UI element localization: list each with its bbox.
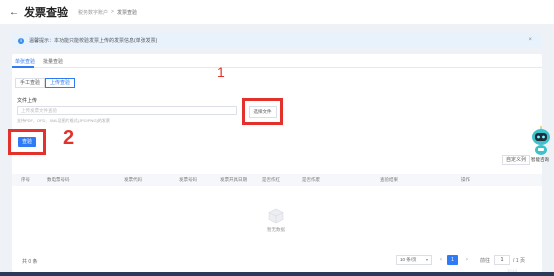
upload-label: 文件上传 bbox=[17, 98, 38, 104]
page-size-value: 10 条/页 bbox=[400, 257, 417, 262]
annotation-box-1: 选择文件 bbox=[242, 98, 283, 125]
assistant-robot-icon[interactable] bbox=[530, 126, 552, 156]
column-header: 是否作废 bbox=[302, 177, 320, 182]
chevron-down-icon: ▾ bbox=[425, 257, 428, 262]
annotation-box-2: 查验 bbox=[8, 129, 46, 155]
assistant-label[interactable]: 智能咨询 bbox=[531, 157, 549, 163]
taskbar-clock: 10:24 bbox=[507, 268, 518, 273]
column-header: 序号 bbox=[21, 177, 30, 182]
column-header: 数电票号码 bbox=[47, 177, 70, 182]
page-size-select[interactable]: 10 条/页 ▾ bbox=[396, 255, 432, 265]
tab-batch-check[interactable]: 批量查验 bbox=[43, 58, 63, 65]
breadcrumb: 税务数字账户 > 发票查验 bbox=[78, 9, 137, 16]
column-settings-button[interactable]: 自定义列 bbox=[502, 155, 530, 165]
column-header: 发票号码 bbox=[179, 177, 197, 182]
notice-banner: i 温馨提示：本功能只能校验发票上传的发票信息(单张发票) × bbox=[12, 33, 542, 48]
breadcrumb-separator: > bbox=[111, 9, 114, 15]
page-title: 发票查验 bbox=[24, 7, 68, 19]
notice-text: 温馨提示：本功能只能校验发票上传的发票信息(单张发票) bbox=[29, 38, 158, 44]
breadcrumb-item-current: 发票查验 bbox=[116, 9, 137, 16]
column-header: 发票代码 bbox=[124, 177, 142, 182]
total-pages: / 1 页 bbox=[513, 258, 525, 264]
annotation-number-2: 2 bbox=[63, 127, 75, 149]
info-icon: i bbox=[18, 37, 24, 44]
total-count: 共 0 条 bbox=[22, 259, 38, 265]
tab-active-indicator bbox=[12, 66, 34, 68]
column-header: 是否作红 bbox=[262, 177, 280, 182]
current-page-button[interactable]: 1 bbox=[447, 255, 458, 265]
tab-bar: 单张查验 批量查验 bbox=[12, 54, 542, 68]
empty-box-icon bbox=[268, 208, 284, 224]
pagination-bar: 共 0 条 10 条/页 ▾ ‹ 1 › 前往 1 / 1 页 bbox=[12, 252, 542, 272]
annotation-number-1: 1 bbox=[217, 64, 225, 80]
mode-switch: 手工查验 上传查验 bbox=[15, 78, 76, 88]
main-card: 单张查验 批量查验 手工查验 上传查验 文件上传 上传发票文件查验 支持PDF、… bbox=[12, 54, 542, 272]
table-header: 序号 数电票号码 发票代码 发票号码 发票开具日期 是否作红 是否作废 查验结果… bbox=[12, 174, 542, 186]
empty-state-text: 暂无数据 bbox=[267, 227, 285, 232]
tab-single-check[interactable]: 单张查验 bbox=[15, 58, 35, 65]
upload-hint: 支持PDF、OFD、XML及图片格式(JPG/PNG)的发票 bbox=[17, 118, 110, 123]
breadcrumb-item-root[interactable]: 税务数字账户 bbox=[78, 9, 108, 16]
column-header: 查验结果 bbox=[380, 177, 398, 182]
manual-mode-button[interactable]: 手工查验 bbox=[15, 78, 46, 88]
column-header: 发票开具日期 bbox=[220, 177, 247, 182]
prev-page-icon[interactable]: ‹ bbox=[436, 255, 446, 265]
jump-label: 前往 bbox=[480, 258, 491, 264]
taskbar bbox=[0, 272, 554, 276]
page-header: ← 发票查验 税务数字账户 > 发票查验 bbox=[0, 0, 554, 24]
upload-mode-button[interactable]: 上传查验 bbox=[45, 78, 76, 88]
arrow-left-icon[interactable]: ← bbox=[9, 7, 19, 18]
close-icon[interactable]: × bbox=[528, 37, 532, 44]
choose-file-button[interactable]: 选择文件 bbox=[248, 105, 277, 118]
next-page-icon[interactable]: › bbox=[462, 255, 472, 265]
jump-page-input[interactable]: 1 bbox=[494, 255, 510, 265]
file-upload-input[interactable]: 上传发票文件查验 bbox=[17, 106, 237, 115]
submit-check-button[interactable]: 查验 bbox=[18, 137, 36, 147]
column-header: 操作 bbox=[461, 177, 470, 182]
